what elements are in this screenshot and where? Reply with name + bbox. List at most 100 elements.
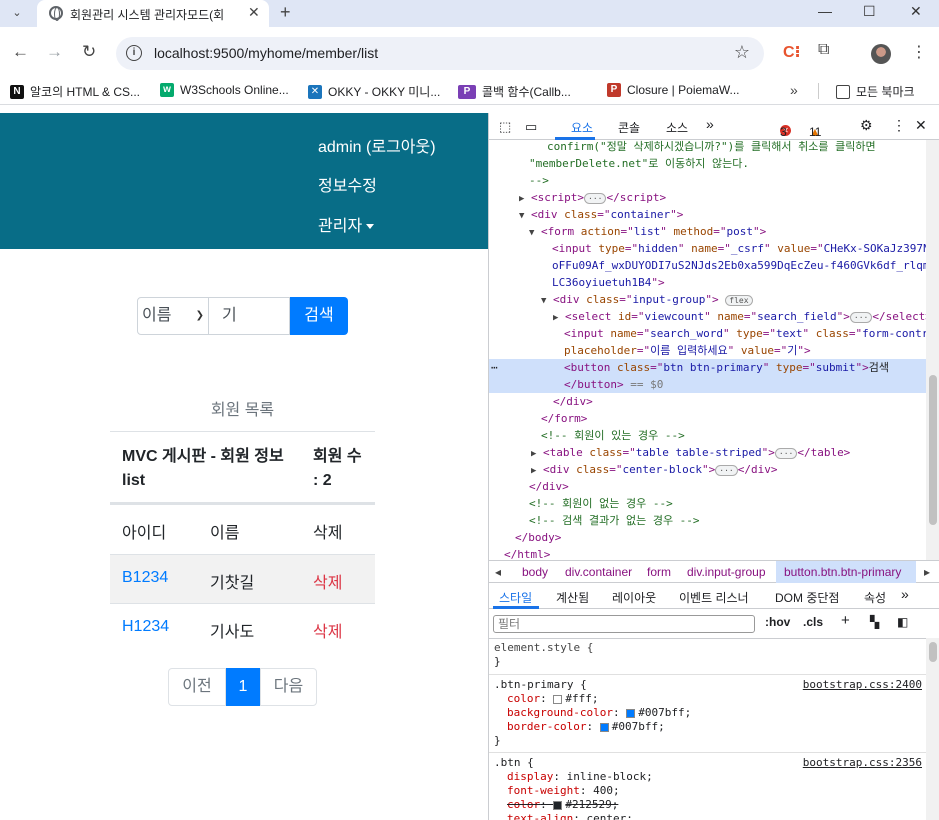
dom-tree-line[interactable]: </div>	[489, 478, 926, 495]
breadcrumb-item[interactable]: div.container	[565, 565, 632, 579]
dom-tree-line[interactable]: <button class="btn btn-primary" type="su…	[489, 359, 926, 376]
scrollbar-thumb[interactable]	[929, 375, 937, 525]
css-property[interactable]: color: #fff;	[507, 692, 599, 706]
bookmark-item[interactable]: P 콜백 함수(Callb...	[458, 83, 571, 100]
tab-sources[interactable]: 소스	[666, 119, 688, 136]
devtools-close-icon[interactable]: ✕	[915, 117, 927, 134]
back-arrow-icon[interactable]: ←	[12, 42, 29, 62]
dom-tree-line[interactable]: </form>	[489, 410, 926, 427]
dom-tree-line[interactable]: <!-- 회원이 있는 경우 -->	[489, 427, 926, 444]
subtab-layout[interactable]: 레이아웃	[612, 589, 656, 606]
subtab-styles[interactable]: 스타일	[499, 589, 532, 606]
browser-menu-icon[interactable]: ⋮	[911, 42, 927, 62]
breadcrumb-item[interactable]: button.btn.btn-primary	[784, 565, 901, 579]
forward-arrow-icon[interactable]: →	[46, 42, 63, 62]
subtab-properties[interactable]: 속성	[864, 589, 886, 606]
cls-toggle[interactable]: .cls	[803, 615, 823, 629]
logout-link[interactable]: admin (로그아웃)	[318, 133, 436, 157]
bookmark-item[interactable]: P Closure | PoiemaW...	[607, 83, 740, 97]
elements-scrollbar[interactable]	[926, 140, 939, 560]
browser-tab[interactable]: 회원관리 시스템 관리자모드(회 ✕	[37, 0, 269, 27]
admin-dropdown[interactable]: 관리자	[318, 212, 375, 236]
tab-close-icon[interactable]: ✕	[248, 4, 260, 21]
reload-icon[interactable]: ↻	[82, 42, 96, 62]
delete-link[interactable]: 삭제	[313, 618, 342, 642]
all-bookmarks-folder[interactable]: 모든 북마크	[836, 83, 915, 100]
bookmark-item[interactable]: w W3Schools Online...	[160, 83, 289, 97]
scrollbar-thumb[interactable]	[929, 642, 937, 662]
url-text[interactable]: localhost:9500/myhome/member/list	[154, 45, 378, 61]
bookmark-item[interactable]: N 알코의 HTML & CS...	[10, 83, 140, 100]
extensions-puzzle-icon[interactable]: ⧉	[818, 41, 829, 59]
pagination-prev[interactable]: 이전	[168, 668, 226, 706]
dom-tree-line[interactable]: ▶ <select id="viewcount" name="search_fi…	[489, 308, 926, 325]
tab-console[interactable]: 콘솔	[618, 119, 640, 136]
css-property[interactable]: background-color: #007bff;	[507, 706, 691, 720]
css-property[interactable]: border-color: #007bff;	[507, 720, 665, 734]
member-id-link[interactable]: H1234	[122, 618, 169, 636]
breadcrumb-item[interactable]: div.input-group	[687, 565, 766, 579]
dom-tree-line[interactable]: <input name="search_word" type="text" cl…	[489, 325, 926, 342]
subtab-event-listeners[interactable]: 이벤트 리스너	[679, 589, 749, 606]
more-tabs-icon[interactable]: »	[706, 116, 714, 132]
rule-source-link[interactable]: bootstrap.css:2356	[803, 756, 922, 770]
subtab-dom-breakpoints[interactable]: DOM 중단점	[775, 589, 839, 606]
rule-source-link[interactable]: bootstrap.css:2400	[803, 678, 922, 692]
dom-tree-line[interactable]: <!-- 검색 결과가 없는 경우 -->	[489, 512, 926, 529]
hov-toggle[interactable]: :hov	[765, 615, 790, 629]
extension-c-icon[interactable]: C⁝	[783, 42, 801, 62]
breadcrumb-item[interactable]: body	[522, 565, 548, 579]
styles-pane[interactable]: element.style { } .btn-primary { bootstr…	[489, 638, 926, 820]
pagination-next[interactable]: 다음	[260, 668, 317, 706]
dom-tree-line[interactable]: ▼ <div class="container">	[489, 206, 926, 223]
bookmark-star-icon[interactable]: ☆	[734, 42, 750, 63]
breadcrumb-item[interactable]: form	[647, 565, 671, 579]
profile-avatar[interactable]	[871, 44, 891, 64]
dom-tree-line[interactable]: </button> == $0	[489, 376, 926, 393]
edit-info-link[interactable]: 정보수정	[318, 172, 377, 196]
dom-tree-line[interactable]: </html>	[489, 546, 926, 560]
dom-tree-line[interactable]: placeholder="이름 입력하세요" value="기">	[489, 342, 926, 359]
more-subtabs-icon[interactable]: »	[901, 586, 909, 602]
address-bar[interactable]: i localhost:9500/myhome/member/list ☆	[116, 37, 764, 70]
dom-tree-line[interactable]: ▶ <div class="center-block"> ··· </div>	[489, 461, 926, 478]
breadcrumb-scroll-left-icon[interactable]: ◂	[495, 565, 501, 579]
pagination-current[interactable]: 1	[226, 668, 260, 706]
minimize-icon[interactable]: —	[818, 3, 832, 19]
dom-tree-line[interactable]: oFFu09Af_wxDUYODI7uS2NJds2Eb0xa599DqEcZe…	[489, 257, 926, 274]
css-property[interactable]: color: #212529;	[507, 798, 618, 812]
new-style-rule-icon[interactable]: +	[841, 612, 850, 629]
breadcrumb-scroll-right-icon[interactable]: ▸	[924, 565, 930, 579]
subtab-computed[interactable]: 계산됨	[556, 589, 589, 606]
window-close-icon[interactable]: ✕	[910, 3, 922, 20]
paint-brush-icon[interactable]: ▚	[870, 615, 879, 629]
toggle-sidebar-icon[interactable]: ◧	[897, 615, 908, 629]
styles-filter-input[interactable]: 필터	[493, 615, 755, 633]
dom-tree-line[interactable]: ▶ <script> ··· </script>	[489, 189, 926, 206]
dom-tree-line[interactable]: LC36oyiuetuh1B4">	[489, 274, 926, 291]
elements-tree[interactable]: confirm("정말 삭제하시겠습니까?")를 클릭해서 취소를 클릭하면 "m…	[489, 140, 926, 560]
css-property[interactable]: text-align: center;	[507, 812, 633, 820]
bookmark-item[interactable]: ✕ OKKY - OKKY 미니...	[308, 83, 440, 100]
css-property[interactable]: font-weight: 400;	[507, 784, 620, 798]
dom-tree-line[interactable]: ▼ <form action="list" method="post">	[489, 223, 926, 240]
tab-search-chevron-icon[interactable]: ⌄	[6, 4, 28, 22]
selected-node-ellipsis-icon[interactable]: ⋯	[489, 359, 509, 376]
dom-tree-line[interactable]: <!-- 회원이 없는 경우 -->	[489, 495, 926, 512]
settings-gear-icon[interactable]: ⚙	[860, 117, 873, 134]
device-toolbar-icon[interactable]: ▭	[525, 119, 537, 135]
dom-tree-line[interactable]: </div>	[489, 393, 926, 410]
tab-elements[interactable]: 요소	[571, 119, 593, 136]
dom-tree-line[interactable]: confirm("정말 삭제하시겠습니까?")를 클릭해서 취소를 클릭하면	[489, 140, 926, 155]
dom-tree-line[interactable]: "memberDelete.net"로 이동하지 않는다.	[489, 155, 926, 172]
dom-tree-line[interactable]: -->	[489, 172, 926, 189]
styles-scrollbar[interactable]	[926, 638, 939, 820]
new-tab-plus-icon[interactable]: +	[280, 2, 291, 23]
dom-tree-line[interactable]: ▶ <table class="table table-striped"> ···…	[489, 444, 926, 461]
dom-tree-line[interactable]: </body>	[489, 529, 926, 546]
search-field-select[interactable]: 이름 ❯	[137, 297, 209, 335]
css-property[interactable]: display: inline-block;	[507, 770, 653, 784]
member-id-link[interactable]: B1234	[122, 569, 168, 587]
bookmarks-overflow-icon[interactable]: »	[790, 82, 798, 98]
dom-tree-line[interactable]: <input type="hidden" name="_csrf" value=…	[489, 240, 926, 257]
